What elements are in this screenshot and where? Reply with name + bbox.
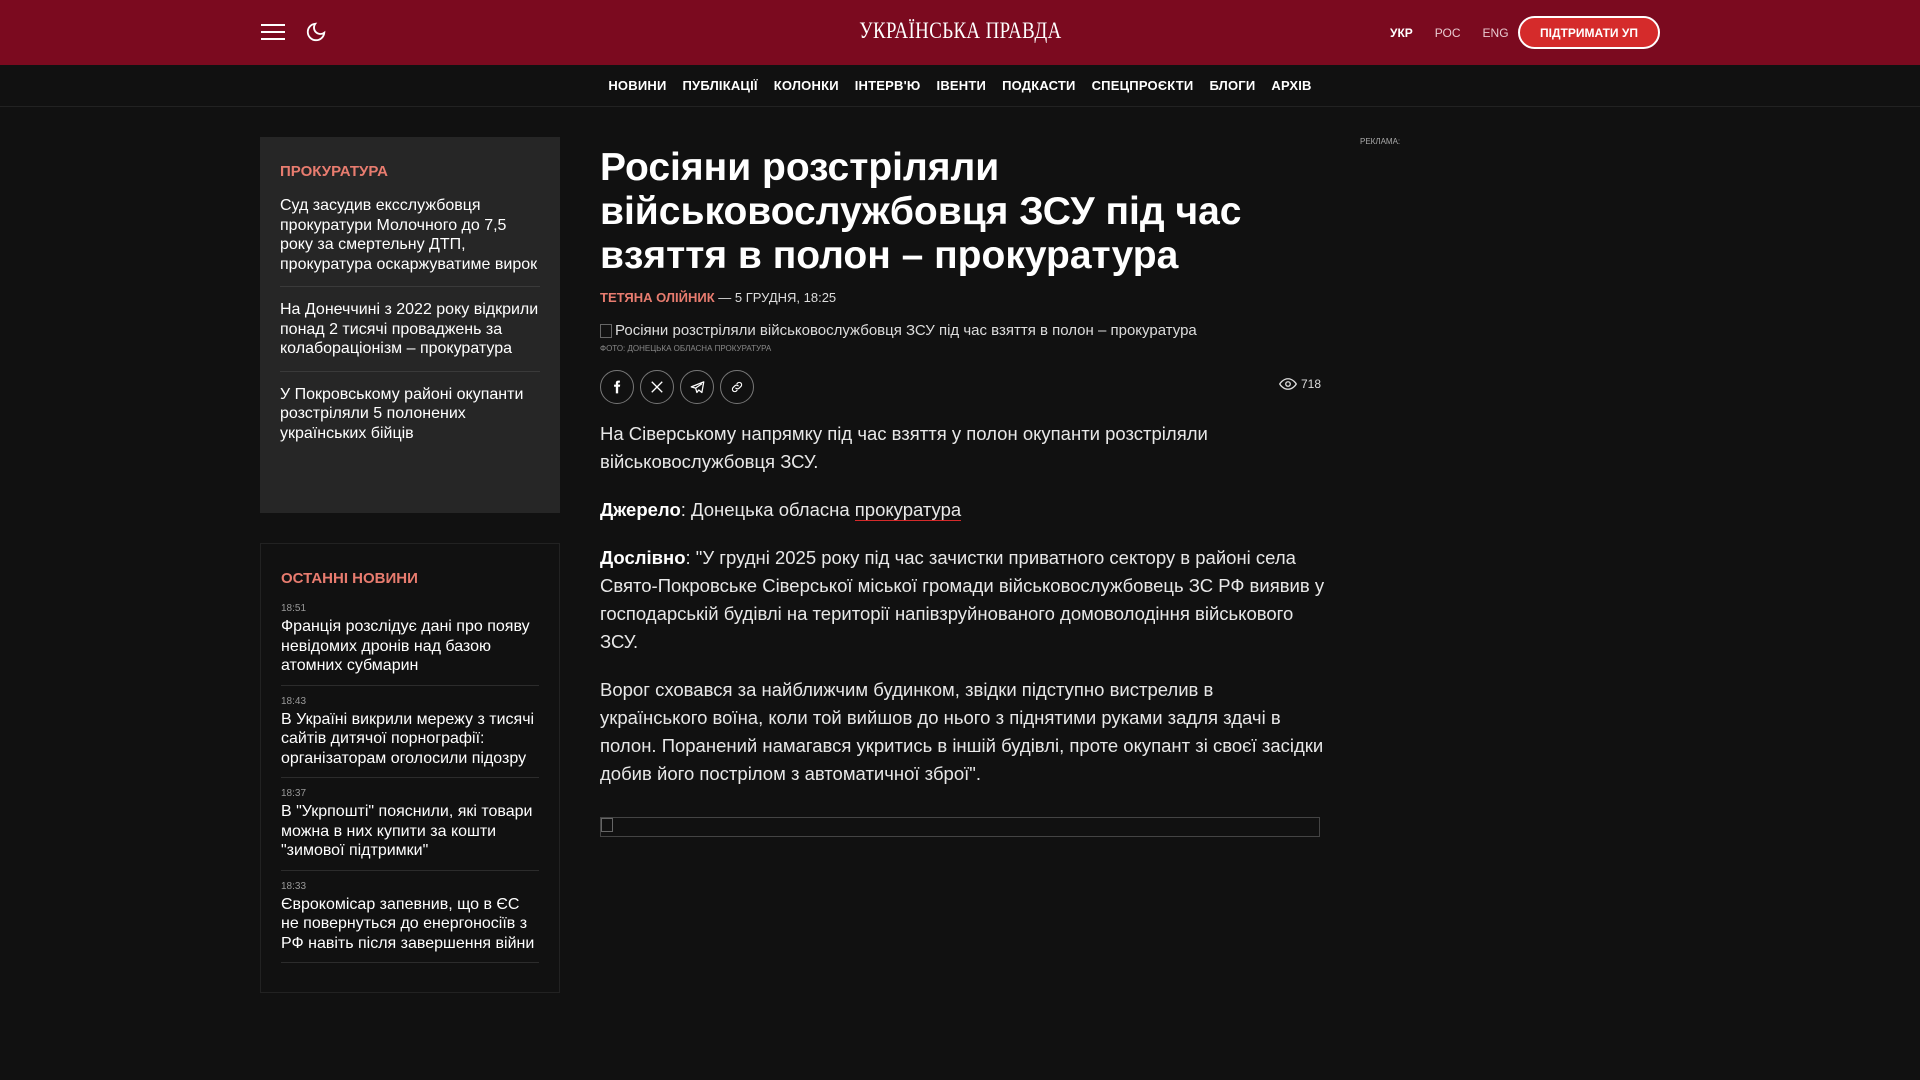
list-item[interactable]: 18:37 В "Укрпошті" пояснили, які товари … xyxy=(281,788,539,871)
lang-ukr[interactable]: УКР xyxy=(1390,26,1413,40)
source-label: Джерело xyxy=(600,499,681,520)
tag-title[interactable]: ПРОКУРАТУРА xyxy=(280,163,540,180)
article-date: — 5 ГРУДНЯ, 18:25 xyxy=(714,290,837,305)
nav-item-columns[interactable]: КОЛОНКИ xyxy=(774,78,839,93)
list-item[interactable]: 18:33 Єврокомісар запевнив, що в ЄС не п… xyxy=(281,880,539,963)
latest-news-title[interactable]: ОСТАННІ НОВИНИ xyxy=(281,570,539,587)
ad-label: РЕКЛАМА: xyxy=(1360,137,1401,146)
nav-item-news[interactable]: НОВИНИ xyxy=(608,78,666,93)
news-time: 18:37 xyxy=(281,788,307,799)
news-time: 18:43 xyxy=(281,695,307,707)
language-switcher: УКР РОС ENG xyxy=(1390,26,1531,40)
article-lead: На Сіверському напрямку під час взяття у… xyxy=(600,423,1208,472)
nav-item-publications[interactable]: ПУБЛІКАЦІЇ xyxy=(683,78,758,93)
facebook-icon xyxy=(614,380,621,394)
telegram-icon xyxy=(690,380,704,393)
list-item[interactable]: У Покровському районі окупанти розстріля… xyxy=(280,385,540,456)
list-item[interactable]: 18:43 В Україні викрили мережу з тисячі … xyxy=(281,695,539,778)
quote-label: Дослівно xyxy=(600,547,686,568)
lang-ros[interactable]: РОС xyxy=(1435,26,1461,40)
news-time: 18:33 xyxy=(281,880,307,892)
share-buttons xyxy=(600,370,760,404)
tag-news-box: ПРОКУРАТУРА Суд засудив ексслужбовця про… xyxy=(260,137,560,513)
image-caption: ФОТО: ДОНЕЦЬКА ОБЛАСНА ПРОКУРАТУРА xyxy=(600,344,772,353)
latest-news-box: ОСТАННІ НОВИНИ 18:51 Франція розслідує д… xyxy=(260,543,560,993)
nav-item-interviews[interactable]: ІНТЕРВ'Ю xyxy=(855,78,921,93)
news-headline[interactable]: В Україні викрили мережу з тисячі сайтів… xyxy=(281,710,539,769)
article-image: Росіяни розстріляли військовослужбовця З… xyxy=(600,322,1197,339)
facebook-share-button[interactable] xyxy=(600,370,634,404)
source-paragraph: Джерело: Донецька обласна прокуратура xyxy=(600,496,1325,524)
nav-item-specprojects[interactable]: СПЕЦПРОЄКТИ xyxy=(1092,78,1194,93)
news-headline[interactable]: Франція розслідує дані про появу невідом… xyxy=(281,617,539,676)
list-item[interactable]: 18:51 Франція розслідує дані про появу н… xyxy=(281,603,539,686)
main-nav: НОВИНИ ПУБЛІКАЦІЇ КОЛОНКИ ІНТЕРВ'Ю ІВЕНТ… xyxy=(0,65,1920,107)
quote-text: : "У грудні 2025 року під час зачистки п… xyxy=(600,547,1325,652)
nav-item-podcasts[interactable]: ПОДКАСТИ xyxy=(1002,78,1076,93)
view-count: 718 xyxy=(1301,377,1322,391)
author-link[interactable]: ТЕТЯНА ОЛІЙНИК xyxy=(600,290,715,305)
list-item[interactable]: Суд засудив ексслужбовця прокуратури Мол… xyxy=(280,196,540,287)
quote-paragraph: Дослівно: "У грудні 2025 року під час за… xyxy=(600,544,1325,656)
nav-item-blogs[interactable]: БЛОГИ xyxy=(1209,78,1255,93)
news-headline[interactable]: Єврокомісар запевнив, що в ЄС не поверну… xyxy=(281,895,539,954)
nav-item-events[interactable]: ІВЕНТИ xyxy=(937,78,987,93)
image-alt-text: Росіяни розстріляли військовослужбовця З… xyxy=(615,322,1197,339)
article-meta: ТЕТЯНА ОЛІЙНИК — 5 ГРУДНЯ, 18:25 xyxy=(600,290,836,305)
news-headline[interactable]: В "Укрпошті" пояснили, які товари можна … xyxy=(281,802,539,861)
x-share-button[interactable] xyxy=(640,370,674,404)
article-body: На Сіверському напрямку під час взяття у… xyxy=(600,420,1325,808)
list-item[interactable]: На Донеччині з 2022 року відкрили понад … xyxy=(280,300,540,372)
article-paragraph: Ворог сховався за найближчим будинком, з… xyxy=(600,679,1324,784)
telegram-share-button[interactable] xyxy=(680,370,714,404)
x-icon xyxy=(651,381,663,393)
news-time: 18:51 xyxy=(281,603,307,614)
eye-icon xyxy=(1279,378,1297,390)
link-icon xyxy=(731,381,743,393)
embedded-image xyxy=(600,817,1320,837)
support-button[interactable]: ПІДТРИМАТИ УП xyxy=(1518,16,1660,49)
article-title: Росіяни розстріляли військовослужбовця З… xyxy=(600,146,1242,277)
nav-item-archive[interactable]: АРХІВ xyxy=(1271,78,1311,93)
broken-image-icon xyxy=(601,818,613,832)
site-header: УКРАЇНСЬКА ПРАВДА УКР РОС ENG ПІДТРИМАТИ… xyxy=(0,0,1920,65)
view-counter: 718 xyxy=(1279,377,1321,391)
copy-link-button[interactable] xyxy=(720,370,754,404)
source-text: : Донецька обласна xyxy=(680,499,855,520)
source-link[interactable]: прокуратура xyxy=(854,499,962,521)
lang-eng[interactable]: ENG xyxy=(1483,26,1509,40)
broken-image-icon xyxy=(600,323,612,338)
